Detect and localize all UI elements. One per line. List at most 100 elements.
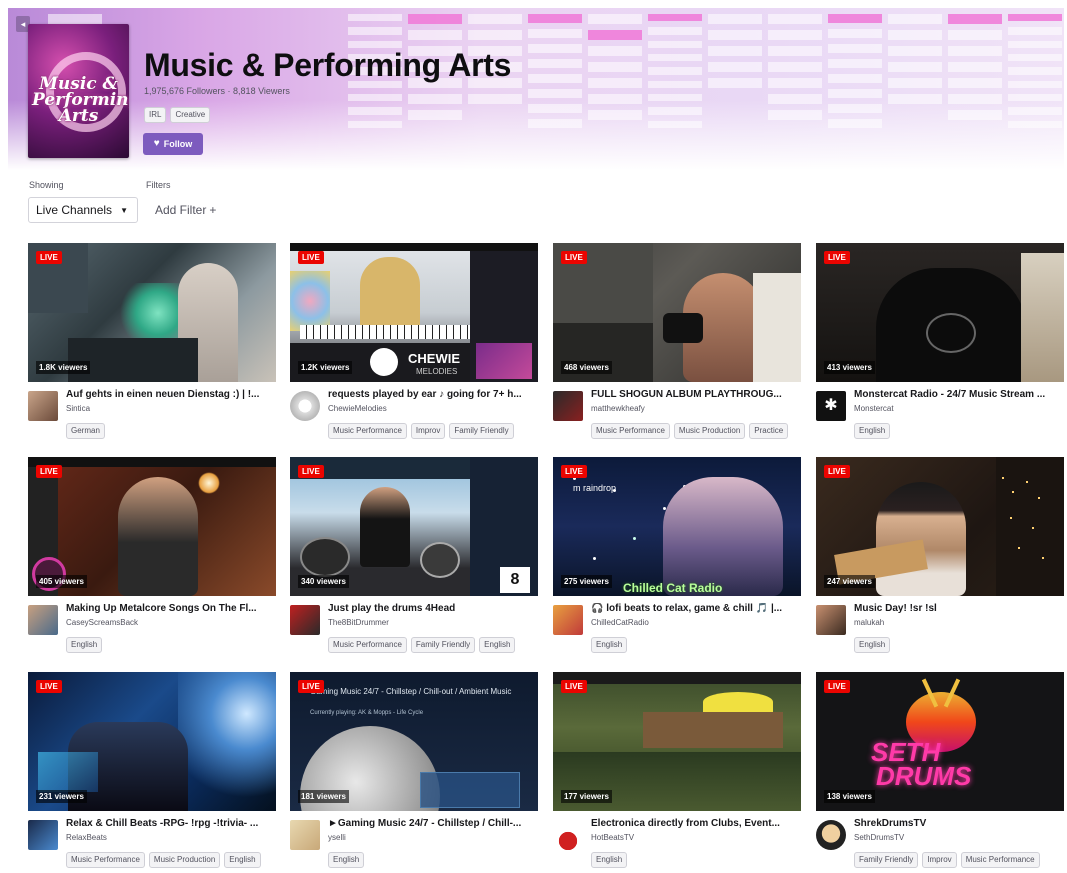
stream-title[interactable]: Just play the drums 4Head — [328, 603, 538, 614]
stream-title[interactable]: requests played by ear ♪ going for 7+ h.… — [328, 389, 538, 400]
stream-tag[interactable]: German — [66, 423, 105, 439]
channel-name[interactable]: yselli — [328, 833, 346, 842]
stream-tag[interactable]: English — [479, 637, 516, 653]
stream-tag[interactable]: English — [854, 423, 891, 439]
stream-tag[interactable]: English — [66, 637, 103, 653]
stream-title[interactable]: ShrekDrumsTV — [854, 818, 1064, 829]
stream-tag[interactable]: English — [328, 852, 365, 868]
stream-card[interactable]: LIVE 231 viewers Relax & Chill Beats -RP… — [28, 672, 276, 871]
stream-tag[interactable]: Music Performance — [960, 852, 1040, 868]
overlay-text: DRUMS — [876, 761, 972, 791]
stream-title[interactable]: ►Gaming Music 24/7 - Chillstep / Chill-.… — [328, 818, 538, 829]
avatar[interactable] — [553, 605, 583, 635]
showing-select[interactable]: Live Channels ▼ — [28, 197, 138, 223]
avatar[interactable]: ✱ — [816, 391, 846, 421]
stream-tag[interactable]: Family Friendly — [854, 852, 919, 868]
viewer-count: 405 viewers — [36, 575, 87, 588]
stream-card[interactable]: LIVE 413 viewers ✱ Monstercat Radio - 24… — [816, 243, 1064, 442]
stream-tag[interactable]: English — [591, 637, 628, 653]
category-tag[interactable]: IRL — [144, 107, 167, 123]
stream-tag[interactable]: English — [224, 852, 261, 868]
category-tag[interactable]: Creative — [170, 107, 211, 123]
stream-card[interactable]: LIVE 247 viewers Music Day! !sr !sl malu… — [816, 457, 1064, 656]
stream-thumbnail[interactable]: CHEWIE MELODIES LIVE 1.2K viewers — [290, 243, 538, 382]
stream-tag[interactable]: Music Production — [673, 423, 746, 439]
channel-name[interactable]: SethDrumsTV — [854, 833, 904, 842]
add-filter-button[interactable]: Add Filter + — [147, 197, 224, 223]
category-boxart: Music & Performing Arts — [28, 24, 129, 158]
avatar[interactable] — [290, 391, 320, 421]
stream-tag[interactable]: Practice — [749, 423, 789, 439]
avatar[interactable] — [290, 605, 320, 635]
stream-card[interactable]: Gaming Music 24/7 - Chillstep / Chill-ou… — [290, 672, 538, 871]
viewer-count: 231 viewers — [36, 790, 87, 803]
avatar[interactable] — [28, 820, 58, 850]
stream-tag[interactable]: Improv — [410, 423, 446, 439]
stream-thumbnail[interactable]: Gaming Music 24/7 - Chillstep / Chill-ou… — [290, 672, 538, 811]
channel-name[interactable]: The8BitDrummer — [328, 618, 389, 627]
viewer-count: 468 viewers — [561, 361, 612, 374]
channel-name[interactable]: ChilledCatRadio — [591, 618, 649, 627]
stream-title[interactable]: Monstercat Radio - 24/7 Music Stream ... — [854, 389, 1064, 400]
stream-card[interactable]: SETH DRUMS LIVE 138 viewers ShrekDrumsTV… — [816, 672, 1064, 871]
stream-title[interactable]: Auf gehts in einen neuen Dienstag :) | !… — [66, 389, 276, 400]
avatar[interactable] — [816, 820, 846, 850]
stream-title[interactable]: Electronica directly from Clubs, Event..… — [591, 818, 801, 829]
channel-name[interactable]: malukah — [854, 618, 884, 627]
avatar[interactable] — [28, 605, 58, 635]
stream-thumbnail[interactable]: SETH DRUMS LIVE 138 viewers — [816, 672, 1064, 811]
live-badge: LIVE — [824, 680, 850, 693]
channel-name[interactable]: Sintica — [66, 404, 90, 413]
stream-thumbnail[interactable]: LIVE 177 viewers — [553, 672, 801, 811]
avatar[interactable] — [816, 605, 846, 635]
avatar[interactable] — [553, 391, 583, 421]
avatar[interactable] — [290, 820, 320, 850]
stream-card[interactable]: CHEWIE MELODIES LIVE 1.2K viewers reques… — [290, 243, 538, 442]
boxart-text: Music & Performing Arts — [32, 74, 129, 126]
stream-tag[interactable]: Family Friendly — [449, 423, 514, 439]
stream-tag[interactable]: Music Performance — [328, 423, 407, 439]
channel-name[interactable]: matthewkheafy — [591, 404, 645, 413]
stream-thumbnail[interactable]: LIVE 468 viewers — [553, 243, 801, 382]
stream-tag[interactable]: Music Production — [148, 852, 221, 868]
stream-title[interactable]: Music Day! !sr !sl — [854, 603, 1064, 614]
stream-title[interactable]: Relax & Chill Beats -RPG- !rpg -!trivia-… — [66, 818, 276, 829]
stream-tag[interactable]: Music Performance — [591, 423, 670, 439]
overlay-text: Chilled Cat Radio — [623, 581, 723, 595]
stream-card[interactable]: LIVE 405 viewers Making Up Metalcore Son… — [28, 457, 276, 656]
stream-card[interactable]: m raindrop Chilled Cat Radio LIVE 275 vi… — [553, 457, 801, 656]
stream-card[interactable]: LIVE 177 viewers Electronica directly fr… — [553, 672, 801, 871]
stream-tag[interactable]: Improv — [922, 852, 957, 868]
stream-thumbnail[interactable]: LIVE 1.8K viewers — [28, 243, 276, 382]
channel-name[interactable]: HotBeatsTV — [591, 833, 634, 842]
stream-card[interactable]: 8 LIVE 340 viewers Just play the drums 4… — [290, 457, 538, 656]
overlay-text: 8 — [500, 567, 530, 593]
stream-title[interactable]: FULL SHOGUN ALBUM PLAYTHROUG... — [591, 389, 801, 400]
stream-thumbnail[interactable]: LIVE 413 viewers — [816, 243, 1064, 382]
stream-card[interactable]: LIVE 1.8K viewers Auf gehts in einen neu… — [28, 243, 276, 442]
stream-tag[interactable]: English — [854, 637, 891, 653]
viewer-count: 340 viewers — [298, 575, 349, 588]
stream-card[interactable]: LIVE 468 viewers FULL SHOGUN ALBUM PLAYT… — [553, 243, 801, 442]
stream-tag[interactable]: English — [591, 852, 628, 868]
stream-tag[interactable]: Family Friendly — [410, 637, 476, 653]
overlay-text: MELODIES — [416, 367, 458, 376]
avatar[interactable] — [553, 820, 583, 850]
follow-label: Follow — [163, 139, 193, 149]
stream-thumbnail[interactable]: LIVE 247 viewers — [816, 457, 1064, 596]
avatar[interactable] — [28, 391, 58, 421]
live-badge: LIVE — [298, 680, 324, 693]
stream-thumbnail[interactable]: LIVE 405 viewers — [28, 457, 276, 596]
stream-title[interactable]: Making Up Metalcore Songs On The Fl... — [66, 603, 276, 614]
stream-thumbnail[interactable]: LIVE 231 viewers — [28, 672, 276, 811]
channel-name[interactable]: Monstercat — [854, 404, 894, 413]
stream-thumbnail[interactable]: 8 LIVE 340 viewers — [290, 457, 538, 596]
stream-thumbnail[interactable]: m raindrop Chilled Cat Radio LIVE 275 vi… — [553, 457, 801, 596]
stream-tag[interactable]: Music Performance — [328, 637, 407, 653]
channel-name[interactable]: CaseyScreamsBack — [66, 618, 138, 627]
stream-title[interactable]: 🎧 lofi beats to relax, game & chill 🎵 |.… — [591, 603, 801, 614]
channel-name[interactable]: RelaxBeats — [66, 833, 107, 842]
follow-button[interactable]: ♥ Follow — [143, 133, 203, 155]
channel-name[interactable]: ChewieMelodies — [328, 404, 387, 413]
stream-tag[interactable]: Music Performance — [66, 852, 145, 868]
